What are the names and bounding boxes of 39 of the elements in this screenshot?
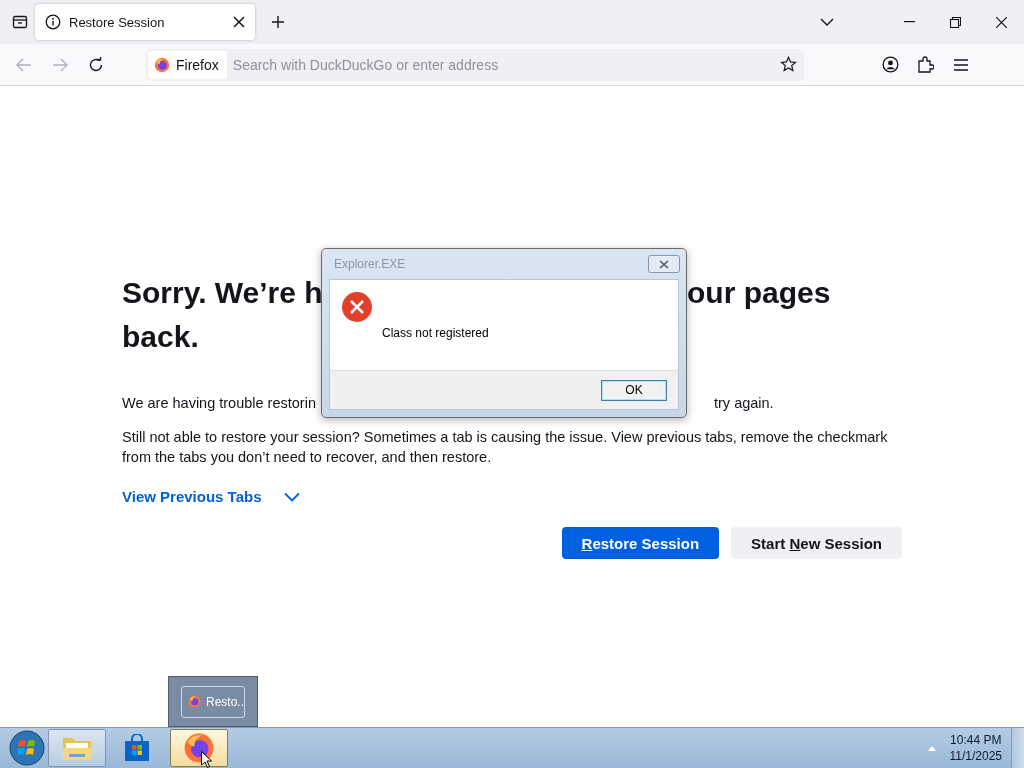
new-session-button[interactable]: Start New Session: [731, 527, 902, 559]
browser-tab[interactable]: Restore Session: [35, 4, 255, 40]
view-previous-tabs-link[interactable]: View Previous Tabs: [122, 488, 300, 505]
page-heading: our pages: [687, 275, 832, 311]
body-text: try again.: [714, 394, 775, 413]
info-icon: [45, 14, 61, 30]
plus-icon[interactable]: [271, 15, 285, 29]
close-icon: [659, 259, 669, 269]
firefox-logo-icon: [188, 694, 201, 709]
cursor-icon: [201, 751, 212, 768]
address-field[interactable]: Search with DuckDuckGo or enter address: [226, 48, 804, 81]
body-text: We are having trouble restorin: [122, 394, 317, 413]
menu-icon[interactable]: [954, 58, 968, 71]
firefox-logo-icon: [154, 56, 170, 73]
star-icon[interactable]: [780, 55, 797, 73]
shopping-bag-icon: [124, 734, 150, 762]
clock[interactable]: 10:44 PM 11/1/2025: [949, 732, 1002, 764]
account-icon[interactable]: [882, 56, 899, 73]
page-heading: Sorry. We’re h: [122, 275, 321, 311]
ok-button[interactable]: OK: [601, 379, 667, 401]
tab-list-icon[interactable]: [12, 14, 28, 30]
page-heading: back.: [122, 319, 199, 355]
puzzle-icon[interactable]: [918, 56, 934, 73]
chevron-down-icon[interactable]: [820, 17, 834, 27]
taskbar-button[interactable]: [170, 729, 228, 767]
taskbar-button[interactable]: [48, 729, 106, 767]
close-icon[interactable]: [233, 16, 245, 28]
dialog-title: Explorer.EXE: [334, 257, 406, 271]
body-text: Still not able to restore your session? Sometimes a tab is causing the issue. View previous tabs, remove the checkmark from the tabs you don’t need to recover, and then restore.: [122, 428, 889, 467]
close-icon[interactable]: [996, 16, 1007, 28]
error-icon: [341, 291, 373, 323]
minimize-icon[interactable]: [904, 21, 915, 23]
restore-session-button[interactable]: Restore Session: [561, 527, 720, 559]
reload-icon[interactable]: [88, 56, 104, 73]
start-button[interactable]: [8, 729, 46, 767]
error-message: Class not registered: [382, 326, 489, 340]
identity-button[interactable]: Firefox: [146, 48, 227, 81]
restore-icon[interactable]: [950, 16, 961, 28]
close-button[interactable]: [648, 255, 680, 273]
